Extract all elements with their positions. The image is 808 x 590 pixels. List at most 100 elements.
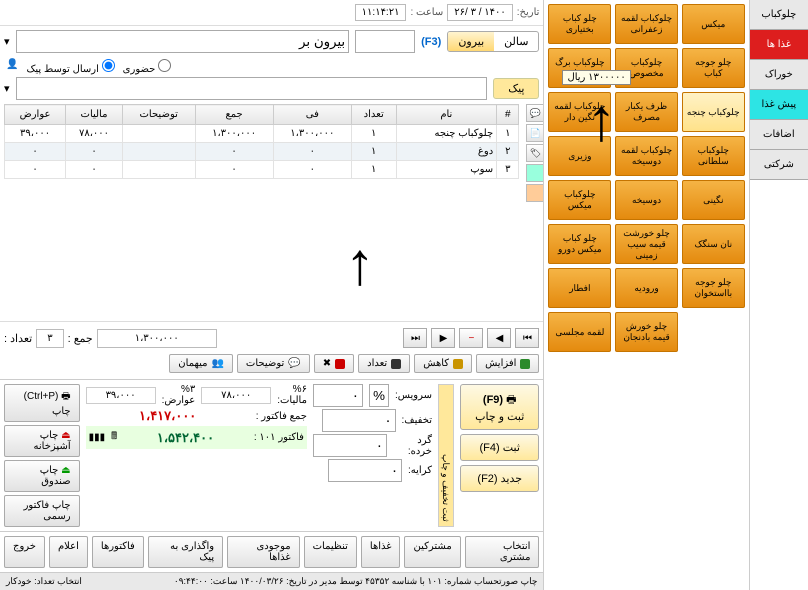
summary-values: %۶ مالیات:۷۸،۰۰۰ %۳ عوارض:۳۹،۰۰۰ جمع فاک… [86, 384, 307, 527]
customer-input[interactable] [16, 30, 350, 53]
category-خوراک[interactable]: خوراک [750, 60, 808, 90]
footer-خروج[interactable]: خروج [4, 536, 45, 568]
product-item[interactable]: ورودیه [615, 268, 678, 308]
product-item[interactable]: چلوکباب لقمه نگین دار [548, 92, 611, 132]
barcode-icon[interactable]: ▮▮▮ [89, 432, 106, 443]
product-item[interactable]: چلوکباب لقمه زعفرانی [615, 4, 678, 44]
cell-qty: ۱ [351, 125, 396, 143]
product-item[interactable]: چلوکباب چنجه [682, 92, 745, 132]
save-print-button[interactable]: 🖶 (F9)ثبت و چاپ [460, 384, 539, 430]
service-input[interactable] [313, 384, 363, 407]
cell-sum: ۰ [195, 143, 273, 161]
count-button[interactable]: تعداد [358, 354, 410, 373]
dropdown-icon[interactable]: ▾ [4, 35, 10, 48]
category-پیش غذا[interactable]: پیش غذا [750, 90, 808, 120]
nav-prev-icon[interactable]: ◀ [487, 328, 511, 348]
print-official-button[interactable]: چاپ فاکتور رسمی [4, 495, 80, 527]
footer-مشترکین[interactable]: مشترکین [404, 536, 460, 568]
table-row[interactable]: ۲دوغ۱۰۰۰۰ [5, 143, 519, 161]
print-cashbox-button[interactable]: ⏏ چاپ صندوق [4, 460, 80, 492]
tool-note-icon[interactable]: 📄 [526, 124, 543, 142]
product-item[interactable]: میکس [682, 4, 745, 44]
nav-del-icon[interactable]: − [459, 328, 483, 348]
product-item[interactable]: چلو کباب میکس دورو [548, 224, 611, 264]
col-header[interactable]: # [497, 105, 519, 125]
footer-فاکتورها[interactable]: فاکتورها [92, 536, 144, 568]
col-header[interactable]: مالیات [66, 105, 123, 125]
product-item[interactable]: چلو جوجه بااستخوان [682, 268, 745, 308]
tool-flag-icon[interactable]: 🏷 [526, 144, 543, 162]
product-item[interactable]: ظرف یکبار مصرف [615, 92, 678, 132]
tool-chat-icon[interactable]: 💬 [526, 104, 543, 122]
tool-color1-icon[interactable] [526, 164, 543, 182]
discount-print-button[interactable]: ثبت تخفیف و چاپ [438, 384, 454, 527]
product-item[interactable]: چلوکباب میکس [548, 180, 611, 220]
col-header[interactable]: عوارض [5, 105, 66, 125]
category-شرکتی[interactable]: شرکتی [750, 150, 808, 180]
nav-next-icon[interactable]: ▶ [431, 328, 455, 348]
nav-first-icon[interactable]: ⏮ [515, 328, 539, 348]
radio-hozuri[interactable]: حضوری [123, 59, 171, 75]
category-غذا ها[interactable]: غذا ها [750, 30, 808, 60]
col-header[interactable]: فی [273, 105, 351, 125]
product-item[interactable]: چلوکباب لقمه دوسیخه [615, 136, 678, 176]
calc-icon[interactable]: 🖩 [111, 429, 117, 446]
product-item[interactable]: چلو خورش قیمه بادنجان [615, 312, 678, 352]
duty-value: ۳۹،۰۰۰ [86, 387, 156, 404]
delivery-radios: حضوری ارسال توسط پیک 👤 [0, 57, 543, 77]
footer-تنظیمات[interactable]: تنظیمات [304, 536, 357, 568]
col-header[interactable]: نام [396, 105, 497, 125]
print-button[interactable]: 🖶 (Ctrl+P) چاپ [4, 384, 80, 422]
col-header[interactable]: توضیحات [122, 105, 195, 125]
product-item[interactable]: وزیری [548, 136, 611, 176]
mode-biron[interactable]: بیرون [448, 32, 494, 51]
category-چلوکباب[interactable]: چلوکباب [750, 0, 808, 30]
col-header[interactable]: جمع [195, 105, 273, 125]
save-button[interactable]: ثبت (F4) [460, 434, 539, 461]
product-item[interactable]: دوسیخه [615, 180, 678, 220]
product-item[interactable]: نگینی [682, 180, 745, 220]
print-kitchen-button[interactable]: ⏏ چاپ آشپزخانه [4, 425, 80, 457]
tool-color2-icon[interactable] [526, 184, 543, 202]
product-item[interactable]: چلو جوجه کباب [682, 48, 745, 88]
nav-last-icon[interactable]: ⏭ [403, 328, 427, 348]
table-row[interactable]: ۳سوپ۱۰۰۰۰ [5, 161, 519, 179]
dec-button[interactable]: کاهش [414, 354, 472, 373]
notes-button[interactable]: 💬 توضیحات [237, 354, 310, 373]
code-input[interactable] [355, 30, 415, 53]
guest-button[interactable]: 👥 میهمان [169, 354, 233, 373]
product-item[interactable]: لقمه مجلسی [548, 312, 611, 352]
new-button[interactable]: جدید (F2) [460, 465, 539, 492]
service-pct-input[interactable] [369, 384, 389, 407]
freight-input[interactable] [328, 459, 402, 482]
cell-tax: ۰ [66, 143, 123, 161]
footer-موجودی غذاها[interactable]: موجودی غذاها [227, 536, 300, 568]
product-item[interactable]: چلوکباب سلطانی [682, 136, 745, 176]
discount-input[interactable] [322, 409, 396, 432]
footer-واگذاری به پیک[interactable]: واگذاری به پیک [148, 536, 223, 568]
product-item[interactable]: چلو کباب بختیاری [548, 4, 611, 44]
inc-button[interactable]: افزایش [476, 354, 539, 373]
category-اضافات[interactable]: اضافات [750, 120, 808, 150]
mode-salon[interactable]: سالن [494, 32, 538, 51]
product-item[interactable]: افطار [548, 268, 611, 308]
round-input[interactable] [313, 434, 387, 457]
time-label: ساعت : [410, 7, 443, 18]
radio-paik[interactable]: ارسال توسط پیک [26, 59, 114, 75]
status-left: چاپ صورتحساب شماره: ۱۰۱ با شناسه ۴۵۳۵۲ ت… [174, 576, 538, 587]
footer-اعلام[interactable]: اعلام [49, 536, 88, 568]
header-bar: تاریخ: ۱۴۰۰ / ۳ /۲۶ ساعت : ۱۱:۱۴:۲۱ [0, 0, 543, 26]
product-item[interactable]: نان سنگک [682, 224, 745, 264]
delete-button[interactable]: ✖ [314, 354, 354, 373]
footer-انتخاب مشتری[interactable]: انتخاب مشتری [465, 536, 540, 568]
status-bar: چاپ صورتحساب شماره: ۱۰۱ با شناسه ۴۵۳۵۲ ت… [0, 572, 543, 590]
product-item[interactable]: چلو خورشت قیمه سیب زمینی [615, 224, 678, 264]
mode-segment: سالن بیرون [447, 31, 539, 52]
table-row[interactable]: ۱چلوکباب چنجه۱۱،۳۰۰،۰۰۰۱،۳۰۰،۰۰۰۷۸،۰۰۰۳۹… [5, 125, 519, 143]
col-header[interactable]: تعداد [351, 105, 396, 125]
footer-غذاها[interactable]: غذاها [361, 536, 401, 568]
date-label: تاریخ: [517, 7, 540, 18]
paik-input[interactable] [16, 77, 488, 100]
date-value: ۱۴۰۰ / ۳ /۲۶ [447, 4, 513, 21]
dropdown-icon[interactable]: ▾ [4, 82, 10, 95]
